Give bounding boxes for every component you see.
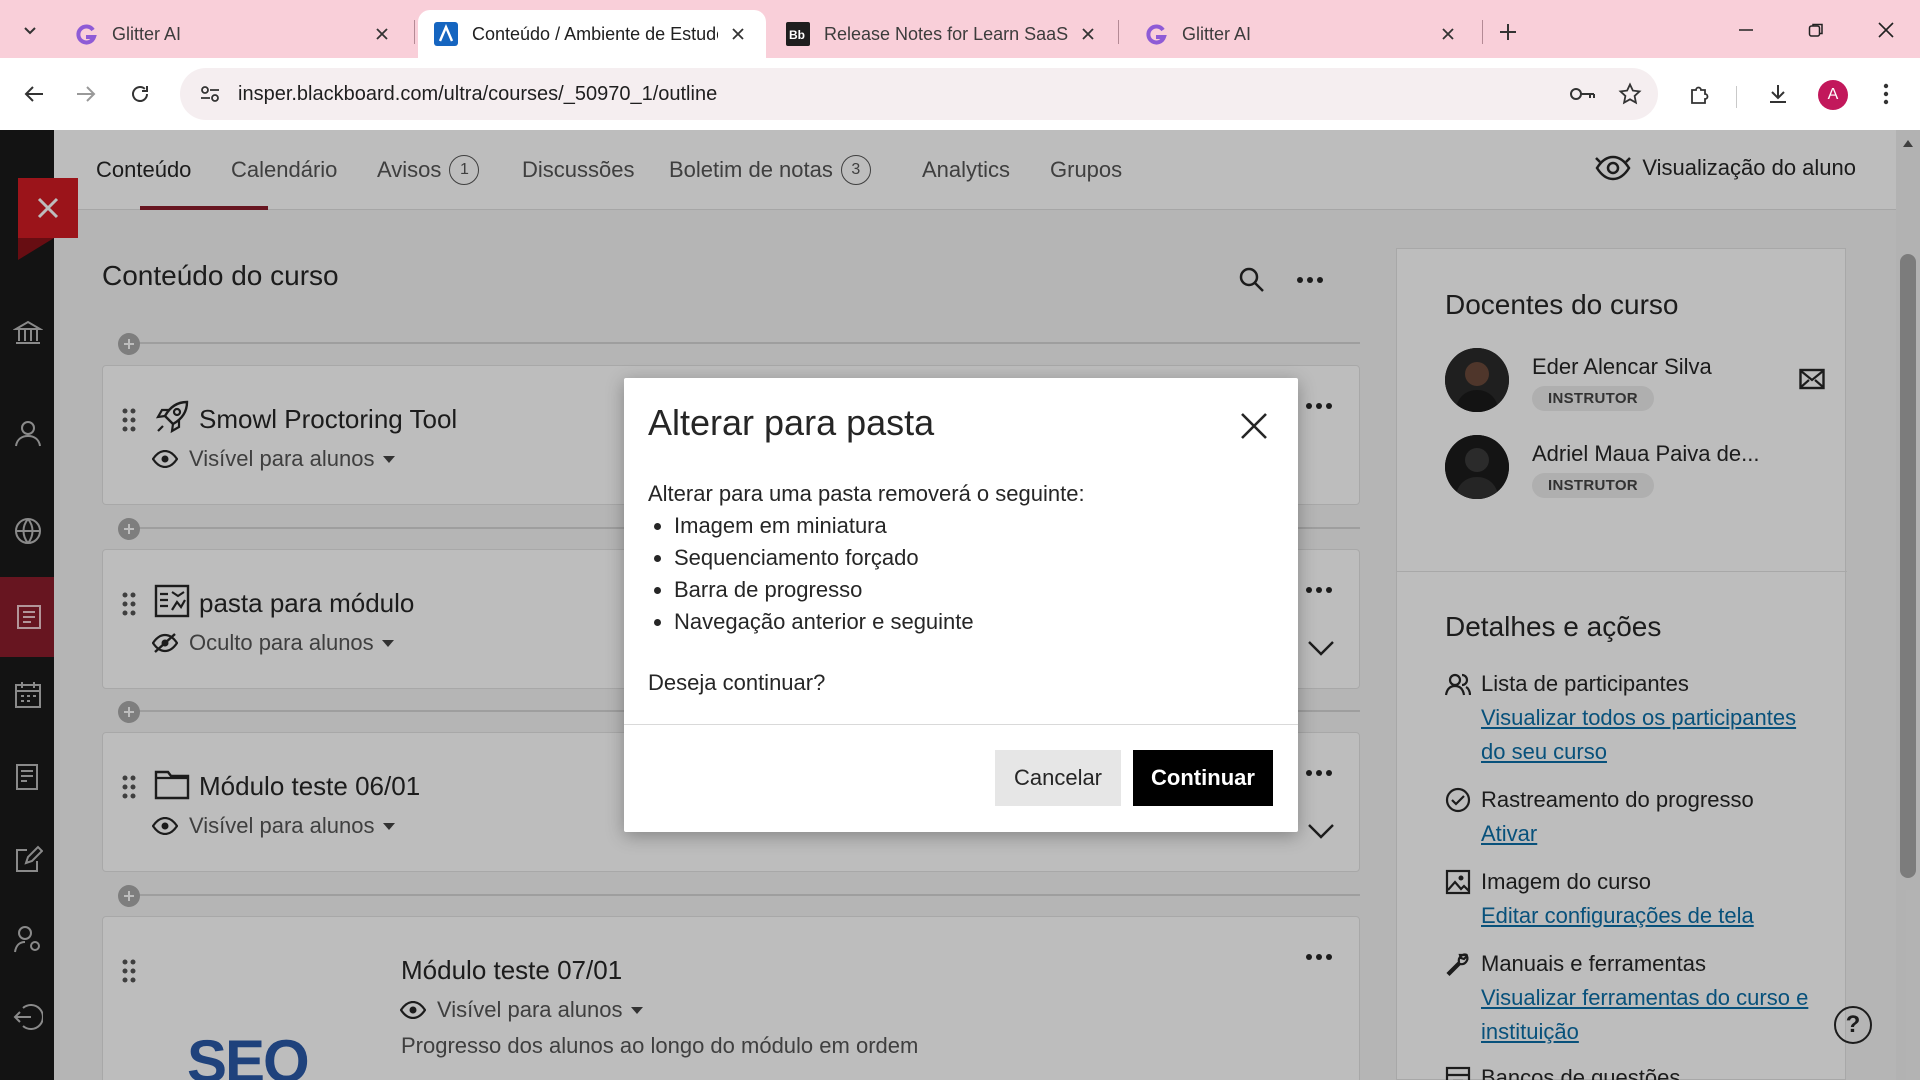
- window-close-button[interactable]: [1864, 10, 1908, 50]
- tab-separator: [1118, 20, 1119, 44]
- browser-tab-release-notes[interactable]: Bb Release Notes for Learn SaaS | A: [770, 10, 1116, 58]
- divider: [624, 724, 1298, 725]
- reload-button[interactable]: [120, 74, 160, 114]
- blackboard-bb-icon: Bb: [786, 22, 810, 46]
- site-settings-icon[interactable]: [198, 82, 222, 106]
- glitter-g-icon: [1144, 22, 1168, 46]
- cancel-button[interactable]: Cancelar: [995, 750, 1121, 806]
- reload-icon: [132, 86, 148, 102]
- continue-button[interactable]: Continuar: [1133, 750, 1273, 806]
- close-icon[interactable]: [370, 22, 394, 46]
- tab-search-button[interactable]: [10, 10, 50, 50]
- bookmark-star-icon[interactable]: [1610, 74, 1650, 114]
- tab-title: Conteúdo / Ambiente de Estudo: [472, 23, 718, 44]
- close-icon: [1241, 413, 1267, 439]
- arrow-right-icon: [77, 86, 96, 102]
- close-icon: [1878, 22, 1894, 38]
- browser-tab-blackboard[interactable]: Conteúdo / Ambiente de Estudo: [418, 10, 766, 58]
- profile-avatar[interactable]: A: [1818, 80, 1848, 110]
- browser-menu-button[interactable]: [1866, 74, 1906, 114]
- list-item: Imagem em miniatura: [674, 510, 1085, 542]
- tab-separator: [1482, 20, 1483, 44]
- tab-title: Glitter AI: [112, 23, 182, 44]
- extensions-button[interactable]: [1680, 74, 1720, 114]
- downloads-button[interactable]: [1758, 74, 1798, 114]
- close-icon[interactable]: [1436, 22, 1460, 46]
- puzzle-icon: [1691, 86, 1709, 104]
- list-item: Barra de progresso: [674, 574, 1085, 606]
- tab-separator: [414, 20, 415, 44]
- blackboard-page: Conteúdo Calendário Avisos 1 Discussões B…: [0, 130, 1920, 1080]
- tab-title: Release Notes for Learn SaaS | A: [824, 23, 1068, 44]
- new-tab-button[interactable]: [1490, 14, 1526, 50]
- blackboard-a-icon: [434, 22, 458, 46]
- change-to-folder-dialog: Alterar para pasta Alterar para uma past…: [624, 378, 1298, 832]
- close-icon[interactable]: [1076, 22, 1100, 46]
- minimize-button[interactable]: [1724, 10, 1768, 50]
- forward-button[interactable]: [66, 74, 106, 114]
- password-key-icon[interactable]: [1562, 74, 1602, 114]
- restore-button[interactable]: [1794, 10, 1838, 50]
- toolbar-separator: [1736, 86, 1737, 108]
- browser-tab-bar: Glitter AI Conteúdo / Ambiente de Estudo…: [0, 0, 1920, 58]
- glitter-g-icon: [74, 22, 98, 46]
- dialog-title: Alterar para pasta: [648, 402, 935, 443]
- browser-toolbar: insper.blackboard.com/ultra/courses/_509…: [0, 58, 1920, 130]
- url-text: insper.blackboard.com/ultra/courses/_509…: [238, 82, 718, 105]
- browser-tab-glitter-2[interactable]: Glitter AI: [1128, 10, 1476, 58]
- dialog-intro: Alterar para uma pasta removerá o seguin…: [648, 481, 1085, 506]
- kebab-menu-icon: [1883, 83, 1889, 105]
- restore-icon: [1808, 23, 1823, 37]
- minimize-icon: [1739, 29, 1753, 31]
- plus-icon: [1500, 24, 1516, 40]
- svg-text:Bb: Bb: [789, 28, 805, 42]
- dialog-close-button[interactable]: [1234, 406, 1274, 446]
- download-icon: [1770, 85, 1786, 103]
- browser-tab-glitter-1[interactable]: Glitter AI: [58, 10, 410, 58]
- back-button[interactable]: [14, 74, 54, 114]
- close-icon[interactable]: [726, 22, 750, 46]
- list-item: Navegação anterior e seguinte: [674, 606, 1085, 638]
- dialog-question: Deseja continuar?: [648, 670, 826, 695]
- address-bar[interactable]: insper.blackboard.com/ultra/courses/_509…: [180, 68, 1658, 120]
- chevron-down-icon: [24, 27, 36, 35]
- dialog-body: Alterar para uma pasta removerá o seguin…: [648, 478, 1085, 638]
- tab-title: Glitter AI: [1182, 23, 1252, 44]
- list-item: Sequenciamento forçado: [674, 542, 1085, 574]
- removed-features-list: Imagem em miniatura Sequenciamento força…: [674, 510, 1085, 638]
- arrow-left-icon: [24, 86, 43, 102]
